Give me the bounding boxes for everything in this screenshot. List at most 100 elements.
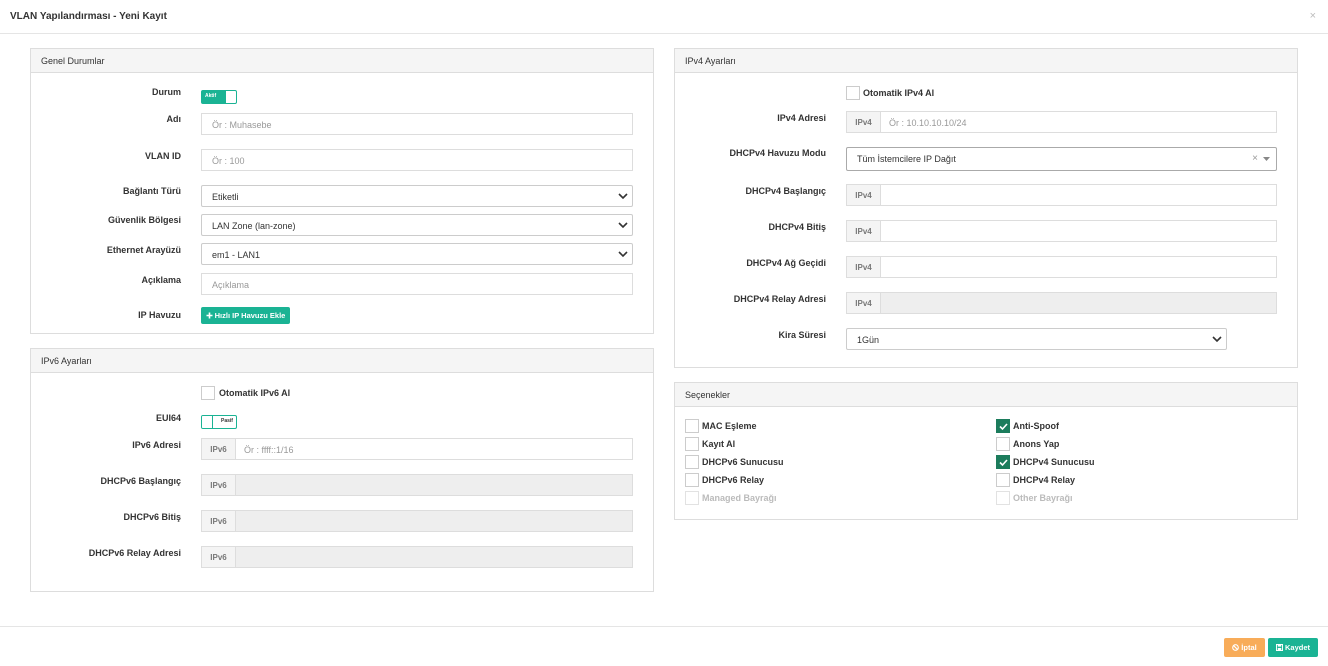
auto-ipv4-checkbox[interactable] <box>846 86 860 100</box>
close-icon[interactable]: × <box>1310 10 1316 22</box>
dhcpv4-relay-input <box>881 292 1277 314</box>
add-ip-pool-button[interactable]: Hızlı IP Havuzu Ekle <box>201 307 290 324</box>
ipv4-addon: IPv4 <box>846 111 881 133</box>
dhcpv6-start-label: DHCPv6 Başlangıç <box>100 476 181 486</box>
dhcpv6-relay-group: IPv6 <box>201 546 633 568</box>
option-label: Managed Bayrağı <box>702 493 777 503</box>
dhcpv4-relay-group: IPv4 <box>846 292 1277 314</box>
dhcpv6-end-input <box>236 510 633 532</box>
ipv4-address-group: IPv4 Ör : 10.10.10.10/24 <box>846 111 1277 133</box>
other-flag-checkbox <box>996 491 1010 505</box>
dhcpv4-start-group: IPv4 <box>846 184 1277 206</box>
status-label: Durum <box>152 87 181 97</box>
option-label: Kayıt Al <box>702 439 736 449</box>
ipv4-addon: IPv4 <box>846 184 881 206</box>
pool-mode-value: Tüm İstemcilere IP Dağıt <box>857 154 956 164</box>
dhcpv4-start-label: DHCPv4 Başlangıç <box>745 186 826 196</box>
dhcpv6-start-group: IPv6 <box>201 474 633 496</box>
ipv6-panel: IPv6 Ayarları Otomatik IPv6 Al EUI64 Pas… <box>30 348 654 592</box>
save-button[interactable]: Kaydet <box>1268 638 1318 657</box>
ipv6-addon: IPv6 <box>201 438 236 460</box>
eui64-toggle[interactable]: Pasif <box>201 415 237 429</box>
check-icon <box>999 423 1008 431</box>
ip-pool-label: IP Havuzu <box>138 310 181 320</box>
ipv6-address-input[interactable]: Ör : ffff::1/16 <box>236 438 633 460</box>
add-ip-pool-label: Hızlı IP Havuzu Ekle <box>214 311 286 320</box>
modal-title: VLAN Yapılandırması - Yeni Kayıt <box>10 11 167 22</box>
connection-type-select[interactable]: Etiketli <box>201 185 633 207</box>
anti-spoof-checkbox[interactable] <box>996 419 1010 433</box>
dhcpv4-end-input[interactable] <box>881 220 1277 242</box>
dhcpv4-gateway-input[interactable] <box>881 256 1277 278</box>
options-panel: Seçenekler MAC Eşleme Kayıt Al DHCPv6 Su… <box>674 382 1298 520</box>
eui64-toggle-text: Pasif <box>221 418 233 424</box>
dhcpv6-relay-input <box>236 546 633 568</box>
log-checkbox[interactable] <box>685 437 699 451</box>
option-label: Anti-Spoof <box>1013 421 1059 431</box>
ban-icon <box>1232 644 1240 651</box>
caret-down-icon <box>1263 157 1270 161</box>
security-zone-select[interactable]: LAN Zone (lan-zone) <box>201 214 633 236</box>
auto-ipv4-label: Otomatik IPv4 Al <box>863 88 935 98</box>
ipv4-address-label: IPv4 Adresi <box>777 113 826 123</box>
security-zone-label: Güvenlik Bölgesi <box>107 215 181 225</box>
ethernet-value: em1 - LAN1 <box>212 250 261 260</box>
status-toggle[interactable]: Aktif <box>201 90 237 104</box>
floppy-icon <box>1275 644 1283 651</box>
ipv4-panel-heading: IPv4 Ayarları <box>675 49 1297 73</box>
dhcpv6-relay-label: DHCPv6 Relay Adresi <box>88 548 181 558</box>
name-input[interactable]: Ör : Muhasebe <box>201 113 633 135</box>
dhcpv4-server-checkbox[interactable] <box>996 455 1010 469</box>
ipv6-addon: IPv6 <box>201 546 236 568</box>
eui64-label: EUI64 <box>155 413 181 423</box>
chevron-down-icon <box>618 222 628 229</box>
check-icon <box>999 459 1008 467</box>
save-label: Kaydet <box>1284 643 1310 652</box>
ipv4-addon: IPv4 <box>846 256 881 278</box>
auto-ipv6-label: Otomatik IPv6 Al <box>219 388 291 398</box>
announce-checkbox[interactable] <box>996 437 1010 451</box>
vlan-id-label: VLAN ID <box>145 151 181 161</box>
cancel-button[interactable]: İptal <box>1224 638 1265 657</box>
toggle-knob <box>202 416 213 428</box>
auto-ipv6-checkbox[interactable] <box>201 386 215 400</box>
dhcpv4-gateway-label: DHCPv4 Ağ Geçidi <box>746 258 826 268</box>
cancel-label: İptal <box>1241 643 1257 652</box>
option-label: DHCPv6 Sunucusu <box>702 457 784 467</box>
chevron-down-icon <box>618 251 628 258</box>
vlan-id-input[interactable]: Ör : 100 <box>201 149 633 171</box>
dhcpv6-server-checkbox[interactable] <box>685 455 699 469</box>
dhcpv4-relay-checkbox[interactable] <box>996 473 1010 487</box>
option-label: Other Bayrağı <box>1013 493 1073 503</box>
ethernet-select[interactable]: em1 - LAN1 <box>201 243 633 265</box>
dhcpv6-end-group: IPv6 <box>201 510 633 532</box>
ipv6-addon: IPv6 <box>201 510 236 532</box>
dhcpv6-end-label: DHCPv6 Bitiş <box>123 512 181 522</box>
dhcpv4-start-input[interactable] <box>881 184 1277 206</box>
description-input[interactable]: Açıklama <box>201 273 633 295</box>
managed-flag-checkbox <box>685 491 699 505</box>
dhcpv4-end-label: DHCPv4 Bitiş <box>768 222 826 232</box>
connection-type-value: Etiketli <box>212 192 239 202</box>
lease-select[interactable]: 1Gün <box>846 328 1227 350</box>
ipv4-addon: IPv4 <box>846 292 881 314</box>
chevron-down-icon <box>1212 336 1222 343</box>
status-toggle-text: Aktif <box>205 93 217 99</box>
dhcpv6-relay-checkbox[interactable] <box>685 473 699 487</box>
modal-footer: İptal Kaydet <box>0 626 1328 666</box>
dhcpv4-end-group: IPv4 <box>846 220 1277 242</box>
ipv4-address-input[interactable]: Ör : 10.10.10.10/24 <box>881 111 1277 133</box>
ipv6-address-group: IPv6 Ör : ffff::1/16 <box>201 438 633 460</box>
ipv6-address-label: IPv6 Adresi <box>132 440 181 450</box>
ipv4-addon: IPv4 <box>846 220 881 242</box>
dhcpv4-relay-label: DHCPv4 Relay Adresi <box>733 294 826 304</box>
mac-binding-checkbox[interactable] <box>685 419 699 433</box>
description-label: Açıklama <box>141 275 181 285</box>
option-label: Anons Yap <box>1013 439 1060 449</box>
plus-icon <box>206 312 213 319</box>
clear-icon[interactable]: × <box>1252 153 1258 164</box>
ipv6-panel-heading: IPv6 Ayarları <box>31 349 653 373</box>
pool-mode-select[interactable]: Tüm İstemcilere IP Dağıt × <box>846 147 1277 171</box>
general-panel-heading: Genel Durumlar <box>31 49 653 73</box>
option-label: DHCPv4 Sunucusu <box>1013 457 1095 467</box>
